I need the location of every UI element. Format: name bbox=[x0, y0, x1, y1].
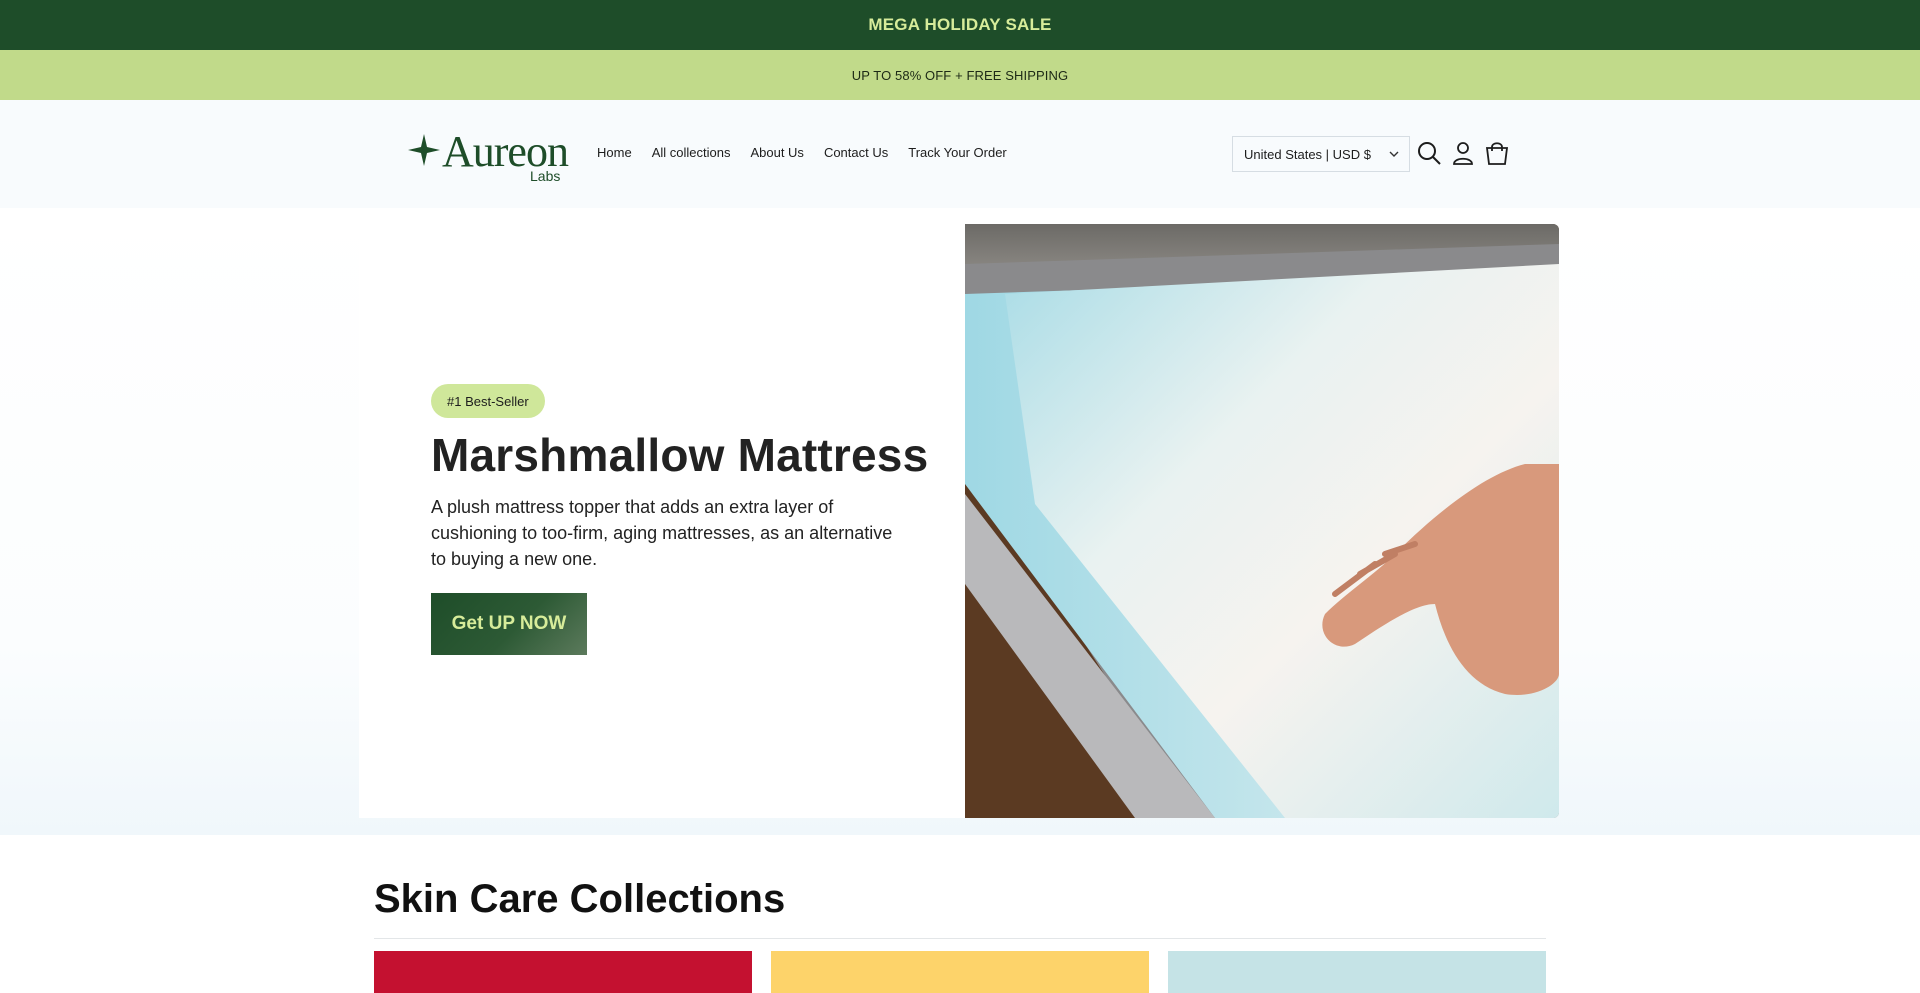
collection-card[interactable] bbox=[771, 951, 1149, 993]
announcement-bar-secondary: UP TO 58% OFF + FREE SHIPPING bbox=[0, 50, 1920, 100]
announcement-secondary-text: UP TO 58% OFF + FREE SHIPPING bbox=[851, 67, 1069, 83]
collection-card[interactable] bbox=[1168, 951, 1546, 993]
site-header: Aureon Labs Home All collections About U… bbox=[0, 100, 1920, 208]
announcement-bar-primary: MEGA HOLIDAY SALE bbox=[0, 0, 1920, 50]
logo-star-icon bbox=[408, 134, 440, 166]
search-icon[interactable] bbox=[1414, 138, 1444, 168]
section-divider bbox=[374, 938, 1546, 939]
hero-description: A plush mattress topper that adds an ext… bbox=[431, 497, 893, 569]
nav-track-order[interactable]: Track Your Order bbox=[908, 145, 1007, 160]
logo-subtext: Labs bbox=[530, 168, 561, 184]
nav-home[interactable]: Home bbox=[597, 145, 632, 160]
nav-about-us[interactable]: About Us bbox=[750, 145, 803, 160]
logo[interactable]: Aureon Labs bbox=[408, 130, 569, 184]
nav-contact-us[interactable]: Contact Us bbox=[824, 145, 888, 160]
account-icon[interactable] bbox=[1448, 138, 1478, 168]
collection-card[interactable] bbox=[374, 951, 752, 993]
country-currency-select[interactable]: United States | USD $ bbox=[1232, 136, 1410, 172]
get-up-now-button[interactable]: Get UP NOW bbox=[431, 593, 587, 655]
country-currency-value: United States | USD $ bbox=[1244, 146, 1371, 162]
collections-title: Skin Care Collections bbox=[374, 877, 786, 921]
badge-label: #1 Best-Seller bbox=[447, 393, 529, 409]
announcement-primary-text: MEGA HOLIDAY SALE bbox=[868, 15, 1052, 34]
cart-icon[interactable] bbox=[1482, 138, 1512, 168]
best-seller-badge: #1 Best-Seller bbox=[431, 384, 545, 418]
hero-product-image bbox=[965, 224, 1559, 818]
nav-all-collections[interactable]: All collections bbox=[652, 145, 731, 160]
hero-title: Marshmallow Mattress bbox=[431, 429, 929, 481]
chevron-down-icon bbox=[1389, 151, 1399, 157]
main-nav: Home All collections About Us Contact Us… bbox=[597, 145, 1007, 160]
